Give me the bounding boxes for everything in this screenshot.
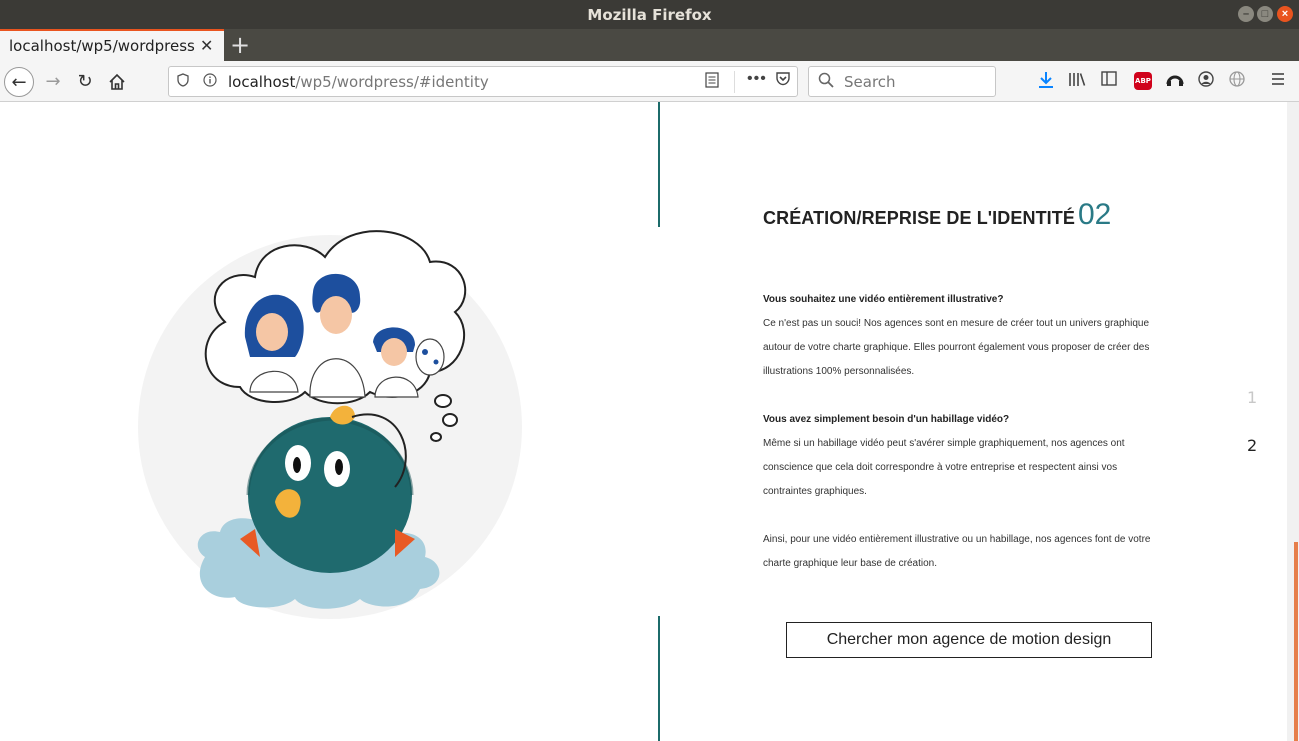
paragraph-conclusion: Ainsi, pour une vidéo entièrement illust… (763, 528, 1163, 576)
question-habillage: Vous avez simplement besoin d'un habilla… (763, 414, 1010, 425)
library-icon[interactable] (1068, 71, 1086, 91)
tracking-shield-icon[interactable] (177, 73, 189, 90)
sidebar-icon[interactable] (1101, 71, 1117, 90)
section-heading: CRÉATION/REPRISE DE L'IDENTITÉ 02 (763, 198, 1111, 232)
adblock-icon[interactable]: ABP (1134, 72, 1152, 90)
urlbar-separator (734, 71, 735, 93)
forward-button[interactable]: → (38, 67, 68, 97)
url-host: localhost (228, 73, 296, 91)
section-title: CRÉATION/REPRISE DE L'IDENTITÉ (763, 208, 1075, 228)
navigation-toolbar: ← → ↻ localhost/wp5/wordpress/#identity … (0, 61, 1299, 102)
reload-icon: ↻ (77, 71, 93, 92)
search-bar[interactable]: Search (808, 66, 996, 97)
tab-close-icon[interactable]: ✕ (200, 36, 213, 56)
home-button[interactable] (102, 67, 132, 97)
url-bar[interactable]: localhost/wp5/wordpress/#identity ••• (168, 66, 798, 97)
scrollbar[interactable] (1287, 102, 1299, 741)
maximize-button[interactable]: □ (1257, 6, 1273, 22)
pager-item-2[interactable]: 2 (1247, 436, 1257, 455)
search-icon (818, 72, 834, 92)
accent-divider-top (658, 102, 660, 227)
globe-icon[interactable] (1229, 71, 1245, 91)
arrow-left-icon: ← (11, 72, 27, 93)
url-text[interactable]: localhost/wp5/wordpress/#identity (228, 73, 489, 91)
scrollbar-thumb[interactable] (1294, 542, 1298, 741)
account-icon[interactable] (1198, 71, 1214, 91)
reader-view-icon[interactable] (705, 72, 719, 91)
maximize-icon: □ (1261, 8, 1269, 20)
answer-habillage: Même si un habillage vidéo peut s'avérer… (763, 438, 1125, 497)
answer-illustrative: Ce n'est pas un souci! Nos agences sont … (763, 318, 1150, 377)
arrow-right-icon: → (45, 71, 61, 92)
new-tab-button[interactable]: + (230, 31, 250, 59)
close-icon: × (1281, 8, 1289, 20)
url-path: /wp5/wordpress/#identity (295, 73, 489, 91)
site-info-icon[interactable] (203, 73, 217, 90)
window-title: Mozilla Firefox (587, 6, 712, 24)
pocket-icon[interactable] (775, 71, 791, 90)
page-actions-icon[interactable]: ••• (747, 70, 767, 88)
tab-strip: localhost/wp5/wordpress/# ✕ + (0, 29, 1299, 61)
hamburger-menu-icon[interactable] (1271, 71, 1285, 90)
home-icon (109, 73, 125, 90)
reload-button[interactable]: ↻ (70, 67, 100, 97)
search-input[interactable]: Search (844, 73, 896, 91)
accent-divider-bottom (658, 616, 660, 741)
minimize-icon: – (1242, 8, 1250, 20)
paragraph-illustrative: Vous souhaitez une vidéo entièrement ill… (763, 288, 1163, 384)
tab-active[interactable]: localhost/wp5/wordpress/# ✕ (0, 29, 224, 61)
minimize-button[interactable]: – (1238, 6, 1254, 22)
paragraph-habillage: Vous avez simplement besoin d'un habilla… (763, 408, 1163, 504)
back-button[interactable]: ← (4, 67, 34, 97)
section-number: 02 (1077, 198, 1112, 231)
close-window-button[interactable]: × (1277, 6, 1293, 22)
identity-illustration (138, 230, 522, 619)
download-icon[interactable] (1038, 71, 1054, 93)
tab-title: localhost/wp5/wordpress/# (9, 37, 195, 55)
find-agency-button[interactable]: Chercher mon agence de motion design (786, 622, 1152, 658)
window-titlebar: Mozilla Firefox – □ × (0, 0, 1299, 29)
question-illustrative: Vous souhaitez une vidéo entièrement ill… (763, 294, 1004, 305)
conclusion-text: Ainsi, pour une vidéo entièrement illust… (763, 534, 1151, 569)
pager-item-1[interactable]: 1 (1247, 388, 1257, 407)
extension-icon[interactable] (1166, 71, 1184, 91)
page-content: CRÉATION/REPRISE DE L'IDENTITÉ 02 Vous so… (0, 102, 1287, 741)
